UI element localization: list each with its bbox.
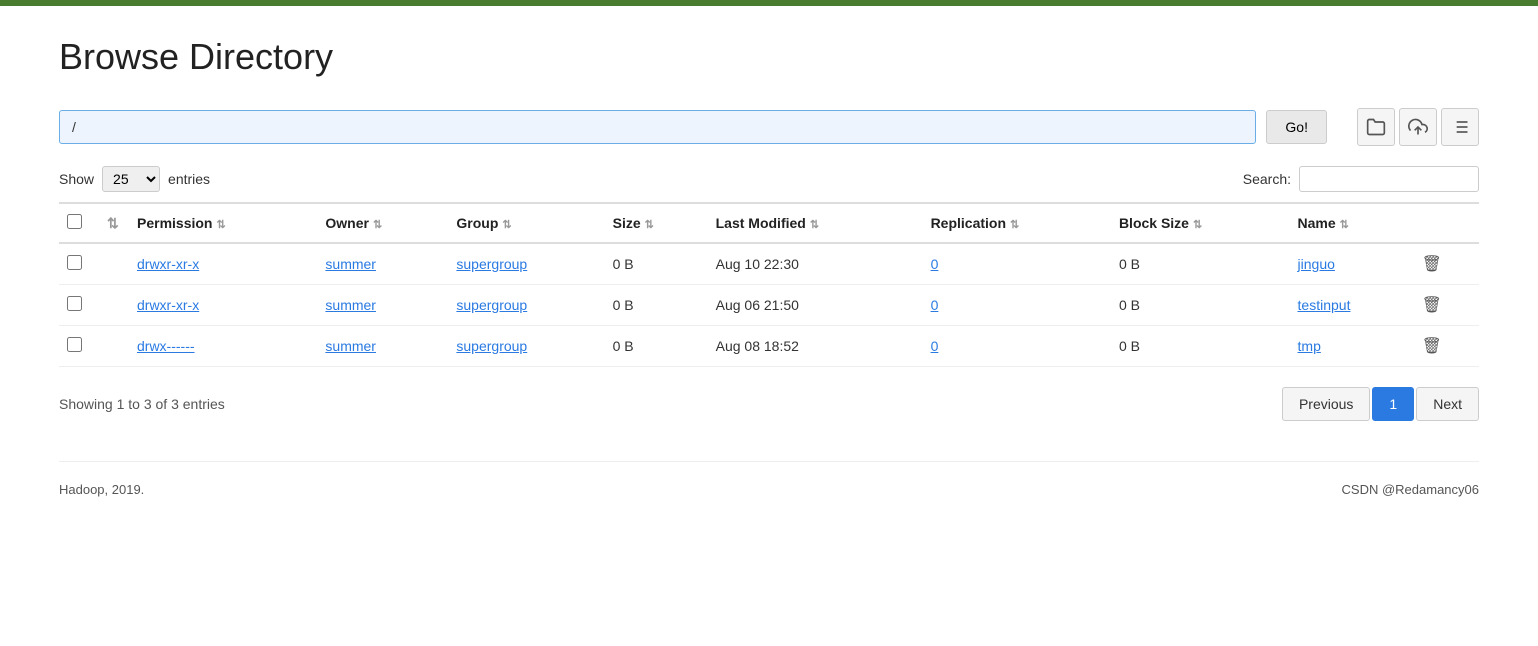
row-group[interactable]: supergroup xyxy=(448,285,604,326)
row-block-size: 0 B xyxy=(1111,285,1290,326)
row-size: 0 B xyxy=(605,285,708,326)
row-checkbox-0[interactable] xyxy=(67,255,82,270)
table-row: drwxr-xr-x summer supergroup 0 B Aug 10 … xyxy=(59,243,1479,285)
row-owner[interactable]: summer xyxy=(317,243,448,285)
permission-link-2[interactable]: drwx------ xyxy=(137,338,195,354)
page-title: Browse Directory xyxy=(59,36,1479,78)
show-entries: Show 10 25 50 100 entries xyxy=(59,166,210,192)
row-group[interactable]: supergroup xyxy=(448,326,604,367)
upload-icon-button[interactable] xyxy=(1399,108,1437,146)
list-icon-button[interactable] xyxy=(1441,108,1479,146)
row-replication[interactable]: 0 xyxy=(923,285,1111,326)
path-bar: Go! xyxy=(59,108,1479,146)
row-name[interactable]: tmp xyxy=(1290,326,1414,367)
permission-link-1[interactable]: drwxr-xr-x xyxy=(137,297,199,313)
row-block-size: 0 B xyxy=(1111,243,1290,285)
footer: Hadoop, 2019. CSDN @Redamancy06 xyxy=(59,461,1479,497)
delete-icon-2[interactable]: 🗑 xyxy=(1422,338,1442,355)
name-link-0[interactable]: jinguo xyxy=(1298,256,1335,272)
row-owner[interactable]: summer xyxy=(317,285,448,326)
col-owner[interactable]: Owner xyxy=(317,203,448,243)
row-checkbox-cell xyxy=(59,326,99,367)
table-header-row: ⇅ Permission Owner Group Size Last Modif… xyxy=(59,203,1479,243)
col-permission[interactable]: Permission xyxy=(129,203,317,243)
row-last-modified: Aug 08 18:52 xyxy=(708,326,923,367)
row-block-size: 0 B xyxy=(1111,326,1290,367)
row-checkbox-1[interactable] xyxy=(67,296,82,311)
table-controls: Show 10 25 50 100 entries Search: xyxy=(59,166,1479,192)
group-link-0[interactable]: supergroup xyxy=(456,256,527,272)
col-last-modified[interactable]: Last Modified xyxy=(708,203,923,243)
search-input[interactable] xyxy=(1299,166,1479,192)
replication-link-2[interactable]: 0 xyxy=(931,338,939,354)
col-block-size[interactable]: Block Size xyxy=(1111,203,1290,243)
go-button[interactable]: Go! xyxy=(1266,110,1327,144)
row-replication[interactable]: 0 xyxy=(923,326,1111,367)
table-row: drwx------ summer supergroup 0 B Aug 08 … xyxy=(59,326,1479,367)
icon-buttons xyxy=(1357,108,1479,146)
page-1-button[interactable]: 1 xyxy=(1372,387,1414,421)
showing-info: Showing 1 to 3 of 3 entries xyxy=(59,396,225,412)
delete-icon-0[interactable]: 🗑 xyxy=(1422,256,1442,273)
table-row: drwxr-xr-x summer supergroup 0 B Aug 06 … xyxy=(59,285,1479,326)
row-last-modified: Aug 06 21:50 xyxy=(708,285,923,326)
footer-left: Hadoop, 2019. xyxy=(59,482,144,497)
col-actions xyxy=(1414,203,1479,243)
entries-label: entries xyxy=(168,171,210,187)
next-button[interactable]: Next xyxy=(1416,387,1479,421)
row-group[interactable]: supergroup xyxy=(448,243,604,285)
row-checkbox-cell xyxy=(59,285,99,326)
pagination-buttons: Previous 1 Next xyxy=(1282,387,1479,421)
col-checkbox xyxy=(59,203,99,243)
folder-icon-button[interactable] xyxy=(1357,108,1395,146)
search-label: Search: xyxy=(1243,171,1291,187)
row-replication[interactable]: 0 xyxy=(923,243,1111,285)
replication-link-0[interactable]: 0 xyxy=(931,256,939,272)
row-size: 0 B xyxy=(605,243,708,285)
row-permission[interactable]: drwxr-xr-x xyxy=(129,243,317,285)
name-link-2[interactable]: tmp xyxy=(1298,338,1321,354)
row-delete-cell[interactable]: 🗑 xyxy=(1414,243,1479,285)
permission-link-0[interactable]: drwxr-xr-x xyxy=(137,256,199,272)
row-delete-cell[interactable]: 🗑 xyxy=(1414,285,1479,326)
path-input[interactable] xyxy=(59,110,1256,144)
name-link-1[interactable]: testinput xyxy=(1298,297,1351,313)
group-link-1[interactable]: supergroup xyxy=(456,297,527,313)
row-checkbox-cell xyxy=(59,243,99,285)
owner-link-2[interactable]: summer xyxy=(325,338,376,354)
row-checkbox-2[interactable] xyxy=(67,337,82,352)
col-sort[interactable]: ⇅ xyxy=(99,203,129,243)
pagination: Showing 1 to 3 of 3 entries Previous 1 N… xyxy=(59,387,1479,421)
row-sort-cell xyxy=(99,243,129,285)
col-replication[interactable]: Replication xyxy=(923,203,1111,243)
row-last-modified: Aug 10 22:30 xyxy=(708,243,923,285)
row-permission[interactable]: drwxr-xr-x xyxy=(129,285,317,326)
show-label: Show xyxy=(59,171,94,187)
row-sort-cell xyxy=(99,285,129,326)
directory-table: ⇅ Permission Owner Group Size Last Modif… xyxy=(59,202,1479,367)
row-owner[interactable]: summer xyxy=(317,326,448,367)
row-delete-cell[interactable]: 🗑 xyxy=(1414,326,1479,367)
row-name[interactable]: jinguo xyxy=(1290,243,1414,285)
footer-right: CSDN @Redamancy06 xyxy=(1342,482,1479,497)
row-size: 0 B xyxy=(605,326,708,367)
row-sort-cell xyxy=(99,326,129,367)
entries-select[interactable]: 10 25 50 100 xyxy=(102,166,160,192)
owner-link-1[interactable]: summer xyxy=(325,297,376,313)
col-size[interactable]: Size xyxy=(605,203,708,243)
replication-link-1[interactable]: 0 xyxy=(931,297,939,313)
row-permission[interactable]: drwx------ xyxy=(129,326,317,367)
group-link-2[interactable]: supergroup xyxy=(456,338,527,354)
select-all-checkbox[interactable] xyxy=(67,214,82,229)
row-name[interactable]: testinput xyxy=(1290,285,1414,326)
delete-icon-1[interactable]: 🗑 xyxy=(1422,297,1442,314)
previous-button[interactable]: Previous xyxy=(1282,387,1370,421)
col-name[interactable]: Name xyxy=(1290,203,1414,243)
owner-link-0[interactable]: summer xyxy=(325,256,376,272)
search-bar: Search: xyxy=(1243,166,1479,192)
col-group[interactable]: Group xyxy=(448,203,604,243)
